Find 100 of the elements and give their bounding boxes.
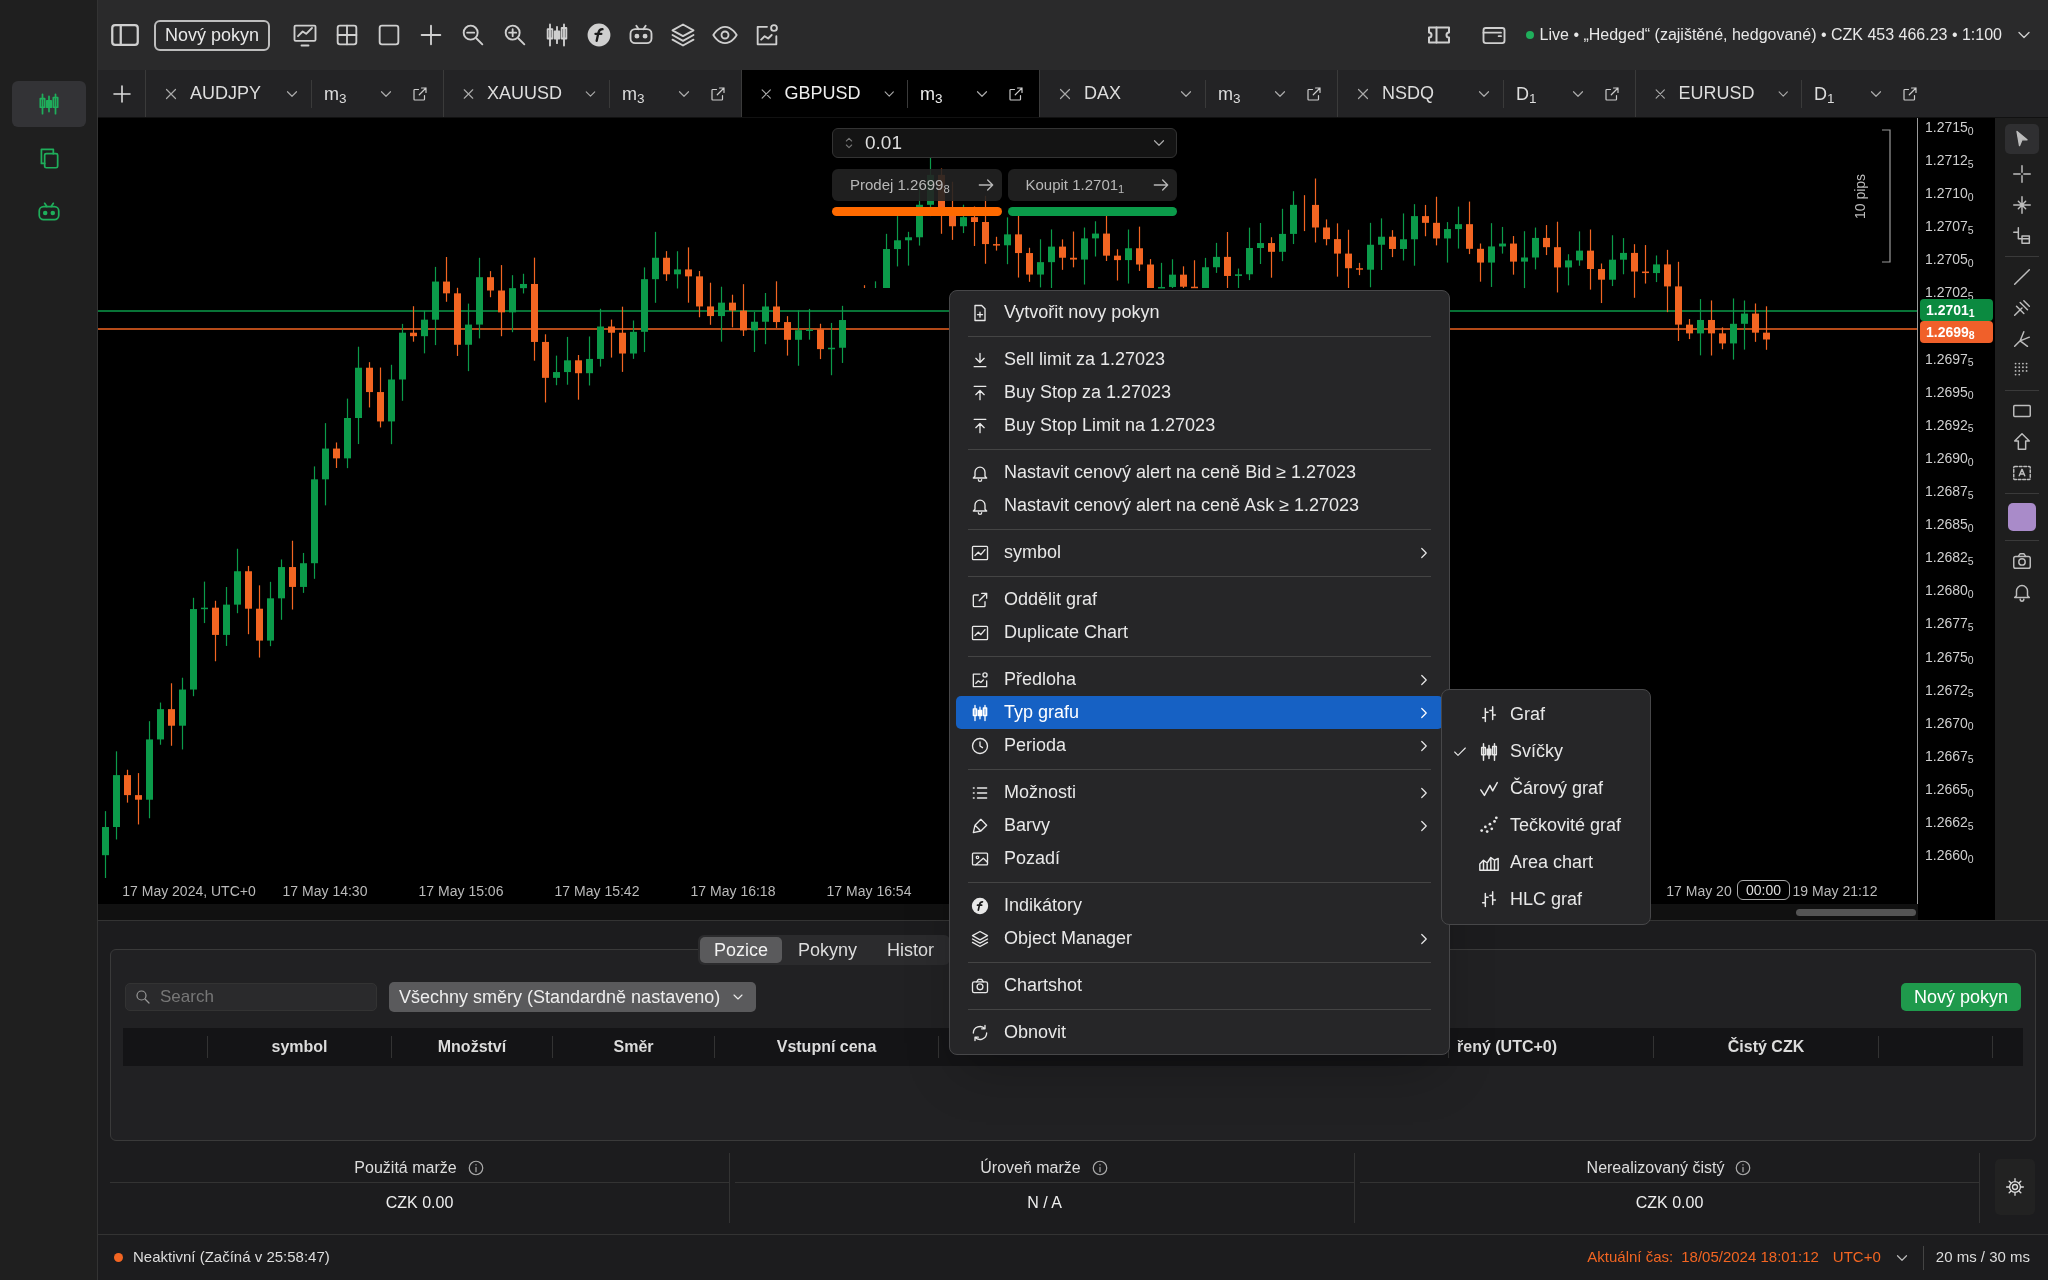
new-order-button[interactable]: Nový pokyn [154,19,271,51]
menu-item[interactable]: Buy Stop Limit na 1.27023 [956,409,1443,442]
time-label: Aktuální čas: [1587,1247,1674,1268]
time-axis-label: 17 May 2024, UTC+0 [122,881,256,901]
price-axis-label: 1.2712$_{5}$ [1925,152,1974,169]
volume-field[interactable]: 0.01 [832,128,1177,158]
new-order-button[interactable]: Nový pokyn [1900,983,2021,1011]
submenu-item[interactable]: Tečkovité graf [1442,807,1650,844]
summary-label: Nerealizovaný čistý [1586,1157,1725,1178]
price-axis-label: 1.2672$_{5}$ [1925,681,1974,698]
tab-period[interactable]: m$_{3}$ [920,84,943,103]
tab-period[interactable]: D$_{1}$ [1814,84,1835,103]
menu-item[interactable]: Vytvořit novy pokyn [956,296,1443,329]
column-header[interactable]: řený (UTC+0) [1457,1035,1558,1059]
time-axis-label: 17 May 15:06 [418,881,504,901]
menu-item[interactable]: Oddělit graf [956,583,1443,616]
tab-symbol[interactable]: XAUUSD [487,80,562,107]
price-axis-label: 1.2715$_{0}$ [1925,119,1974,135]
submenu-item[interactable]: Graf [1442,696,1650,733]
price-axis-label: 1.2665$_{0}$ [1925,780,1974,797]
column-header[interactable]: Čistý CZK [1727,1035,1805,1059]
menu-item[interactable]: Buy Stop za 1.27023 [956,376,1443,409]
price-axis-label: 1.2710$_{0}$ [1925,185,1974,202]
menu-item[interactable]: Barvy [956,809,1443,842]
pips-label: 10 pips [1851,173,1870,220]
chart-tab[interactable]: GBPUSD m$_{3}$ [741,70,1039,117]
column-header[interactable]: symbol [271,1035,328,1059]
price-axis-label: 1.2662$_{5}$ [1925,813,1974,830]
price-axis-label: 1.2692$_{5}$ [1925,416,1974,433]
menu-item[interactable]: Nastavit cenový alert na ceně Bid ≥ 1.27023 [956,456,1443,489]
timezone-label: UTC+0 [1832,1247,1881,1268]
time-axis-label: 17 May 15:42 [554,881,640,901]
price-axis-label: 1.2682$_{5}$ [1925,549,1974,566]
menu-item[interactable]: Duplicate Chart [956,616,1443,649]
column-header[interactable]: Vstupní cena [776,1035,877,1059]
menu-item[interactable]: Nastavit cenový alert na ceně Ask ≥ 1.27023 [956,489,1443,522]
price-axis-label: 1.2687$_{5}$ [1925,483,1974,500]
price-axis-label: 1.2697$_{5}$ [1925,350,1974,367]
summary-label: Použitá marže [354,1157,457,1178]
time-axis-label: 17 May 16:18 [690,881,776,901]
menu-item[interactable]: Perioda [956,729,1443,762]
price-axis-label: 1.2660$_{0}$ [1925,847,1974,864]
sell-button[interactable]: Prodej 1.2699$_{8}$ [832,169,1002,201]
summary-value: CZK 0.00 [384,1193,455,1213]
tab-symbol[interactable]: NSDQ [1382,80,1434,107]
tab-symbol[interactable]: EURUSD [1678,80,1755,107]
price-axis-label: 1.2667$_{5}$ [1925,747,1974,764]
summary-value: N / A [1026,1193,1063,1213]
menu-item[interactable]: Pozadí [956,842,1443,875]
ask-price-tag: 1.2701$_{1}$ [1920,299,1993,321]
tab-symbol[interactable]: DAX [1084,80,1121,107]
tab-period[interactable]: m$_{3}$ [324,84,347,103]
tab-period[interactable]: m$_{3}$ [622,84,645,103]
connection-status: Neaktivní (Začíná v 25:58:47) [133,1247,330,1268]
price-axis-label: 1.2695$_{0}$ [1925,383,1974,400]
price-axis-label: 1.2675$_{0}$ [1925,648,1974,665]
menu-item[interactable]: Chartshot [956,969,1443,1002]
current-time: 18/05/2024 18:01:12 [1681,1247,1819,1268]
search-field[interactable]: Search [125,983,377,1011]
price-axis-label: 1.2690$_{0}$ [1925,449,1974,466]
tab-period[interactable]: m$_{3}$ [1218,84,1241,103]
time-axis-label: 19 May 21:12 [1792,881,1878,901]
submenu-item[interactable]: HLC graf [1442,881,1650,918]
submenu-item[interactable]: Area chart [1442,844,1650,881]
cursor-time-label: 00:00 [1737,880,1791,900]
time-axis-label: 17 May 16:54 [826,881,912,901]
menu-item[interactable]: Object Manager [956,922,1443,955]
account-info: Live • „Hedged“ (zajištěné, hedgované) • CZK 453 466.23 • 1:100 [1539,25,2002,45]
tab-symbol[interactable]: AUDJPY [190,80,261,107]
column-header[interactable]: Směr [613,1035,654,1059]
price-axis-label: 1.2685$_{0}$ [1925,516,1974,533]
summary-value: CZK 0.00 [1634,1193,1705,1213]
bid-price-tag: 1.2699$_{8}$ [1920,321,1993,343]
volume-value: 0.01 [865,130,903,155]
tab-symbol[interactable]: GBPUSD [784,80,861,107]
panel-tab[interactable]: Pozice [700,937,783,963]
filter-dropdown[interactable]: Všechny směry (Standardně nastaveno) [389,982,757,1012]
price-axis-label: 1.2705$_{0}$ [1925,251,1974,268]
menu-item[interactable]: Typ grafu [956,696,1443,729]
buy-button[interactable]: Koupit 1.2701$_{1}$ [1007,169,1177,201]
submenu-item[interactable]: Svíčky [1442,733,1650,770]
tab-period[interactable]: D$_{1}$ [1516,84,1537,103]
column-header[interactable]: Množství [437,1035,507,1059]
menu-item[interactable]: Indikátory [956,889,1443,922]
panel-tab[interactable]: Histor [873,937,949,963]
price-axis-label: 1.2677$_{5}$ [1925,615,1974,632]
time-axis-label: 17 May 20 [1666,881,1732,901]
price-axis-label: 1.2707$_{5}$ [1925,218,1974,235]
menu-item[interactable]: Sell limit za 1.27023 [956,343,1443,376]
panel-tab[interactable]: Pokyny [784,937,872,963]
price-axis-label: 1.2670$_{0}$ [1925,714,1974,731]
price-axis-label: 1.2680$_{0}$ [1925,582,1974,599]
menu-item[interactable]: Možnosti [956,776,1443,809]
time-axis-label: 17 May 14:30 [282,881,368,901]
menu-item[interactable]: Předloha [956,663,1443,696]
submenu-item[interactable]: Čárový graf [1442,770,1650,807]
menu-item[interactable]: Obnovit [956,1016,1443,1049]
summary-label: Úroveň marže [980,1157,1081,1178]
latency-label: 20 ms / 30 ms [1935,1247,2030,1268]
menu-item[interactable]: symbol [956,536,1443,569]
